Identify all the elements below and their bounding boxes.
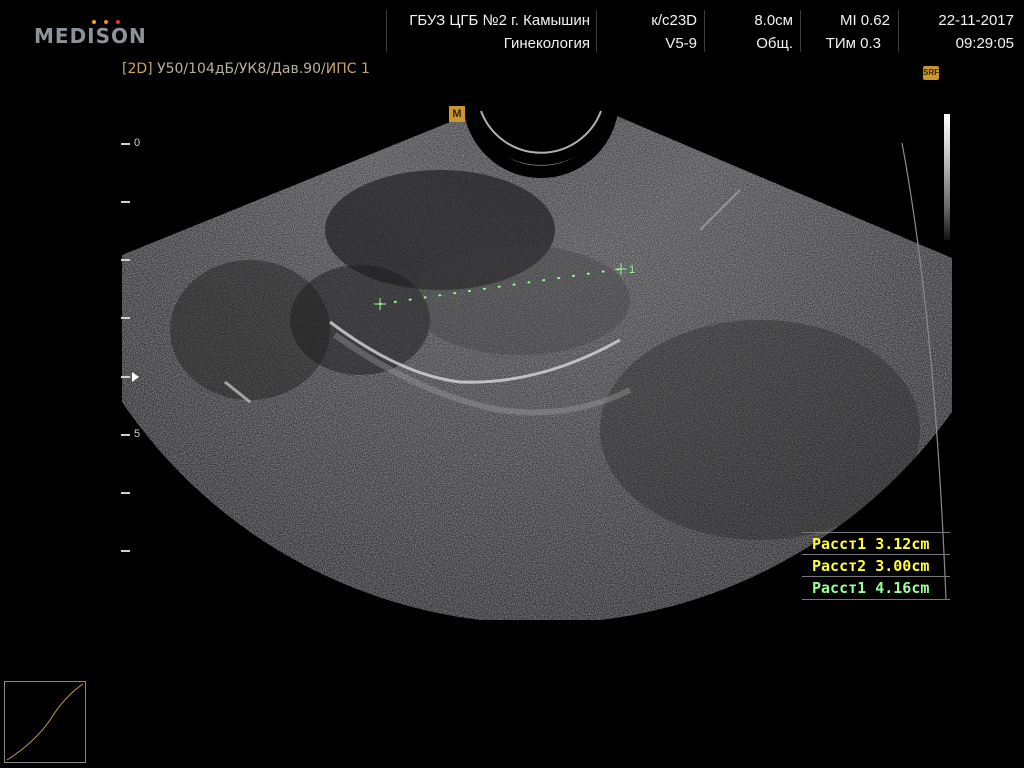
orientation-marker: M [449,106,465,122]
depth-tick [121,434,130,436]
caliper-label: 1 [629,264,635,276]
measurement-3: Расст1 4.16cm [812,579,930,597]
measurement-1: Расст1 3.12cm [812,535,930,553]
gamma-curve [6,683,84,761]
depth-tick [121,143,130,145]
depth-tick [121,492,130,494]
ultrasound-sector: 1 [122,110,952,620]
measurement-divider [802,576,950,577]
depth-tick [121,550,130,552]
gamma-curve-box [4,681,86,763]
measurement-divider [802,554,950,555]
depth-tick [121,376,130,378]
depth-label-5: 5 [134,428,141,440]
focus-marker-icon [132,372,139,382]
depth-tick [121,201,130,203]
depth-label-0: 0 [134,137,141,149]
measurement-2: Расст2 3.00cm [812,557,930,575]
measurement-divider [802,532,950,533]
measurement-divider [802,599,950,600]
measurement-results: Расст1 3.12cm Расст2 3.00cm Расст1 4.16c… [802,532,950,602]
depth-tick [121,317,130,319]
depth-tick [121,259,130,261]
